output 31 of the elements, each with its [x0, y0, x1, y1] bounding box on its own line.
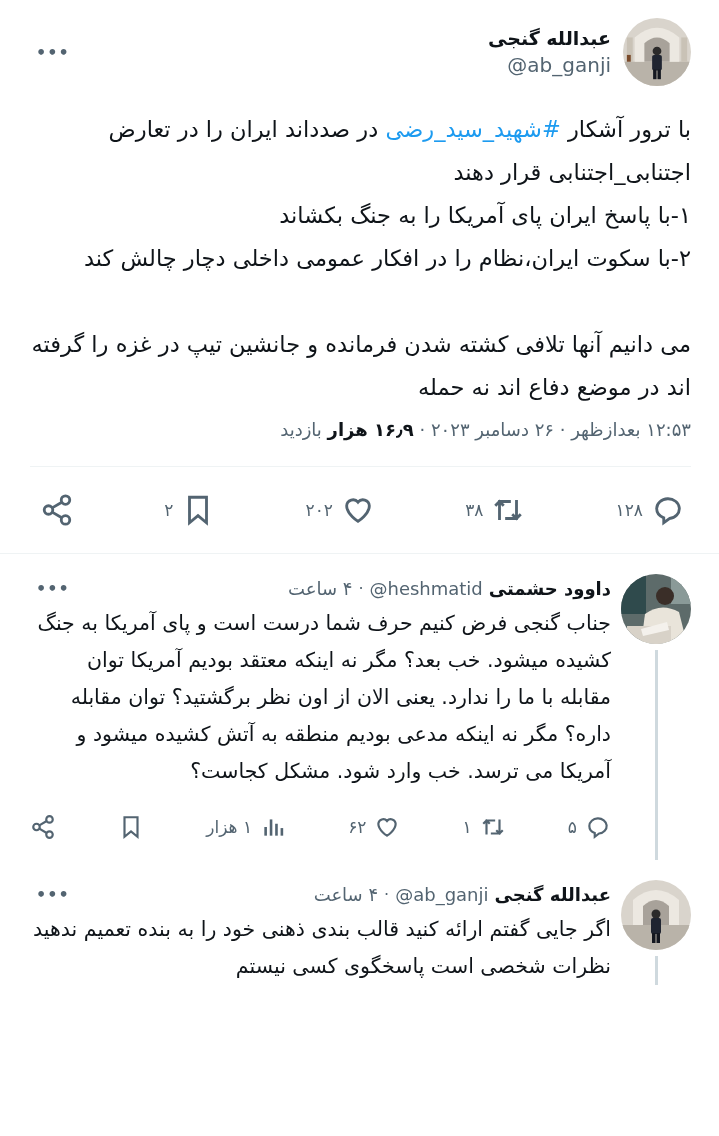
share-icon	[30, 814, 56, 840]
author-name[interactable]: عبدالله گنجی	[494, 884, 611, 905]
retweet-button[interactable]: ۳۸	[465, 493, 526, 527]
reply-button[interactable]: ۱۲۸	[615, 493, 685, 527]
retweet-button[interactable]: ۱	[462, 814, 506, 840]
views-button[interactable]: ۱ هزار	[206, 814, 287, 840]
more-button[interactable]: •••	[30, 885, 76, 904]
separator-dot: ·	[384, 885, 390, 904]
reply-button[interactable]: ۵	[567, 814, 611, 840]
reply-text: اگر جایی گفتم ارائه کنید قالب بندی ذهنی خود را به بنده تعمیم ندهید نظرات شخصی است پاسخگوی کسی نیستم	[32, 916, 611, 980]
more-button[interactable]: •••	[30, 579, 76, 598]
like-button[interactable]: ۲۰۲	[305, 493, 375, 527]
tweet-text: ۱-با پاسخ ایران پای آمریکا را به جنگ بکشاند	[278, 201, 691, 231]
author-handle[interactable]: @heshmatid	[369, 578, 483, 599]
more-button[interactable]: •••	[30, 42, 76, 62]
like-button[interactable]: ۶۲	[348, 814, 401, 840]
reply-icon	[585, 814, 611, 840]
share-button[interactable]	[30, 814, 56, 840]
author-handle[interactable]: @ab_ganji	[507, 53, 611, 77]
author-name[interactable]: عبدالله گنجی	[488, 27, 611, 49]
reply-text: جناب گنجی فرض کنیم حرف شما درست است و پای آمریکا به جنگ کشیده میشود. خب بعد؟ مگر نه اینکه معتقد بودیم آمریکا توان مقابله با ما را ندارد. یعنی الان از اون نظر برگشتید؟ توان مقابله داره؟ مگر نه اینکه مدعی بودیم منطقه به آتش کشیده میشود و آمریکا می ترسد. خب وارد شود. مشکل کجاست؟	[36, 610, 611, 785]
tweet-text: می دانیم آنها تلافی کشته شدن فرمانده و جانشین تیپ در غزه را گرفته اند در موضع دفاع اند نه حمله	[30, 330, 691, 403]
author-name[interactable]: داوود حشمتی	[488, 578, 611, 599]
tweet-text: با ترور آشکار #شهید_سید_رضی در صدداند ایران را در تعارض اجتنابی_اجتنابی قرار دهند	[107, 115, 691, 187]
bookmark-button[interactable]: ۲	[164, 493, 216, 527]
tweet-meta: ۱۲:۵۳ بعدازظهر · ۲۶ دسامبر ۲۰۲۳ · ۱۶٫۹ هزار بازدید	[30, 419, 691, 467]
tweet-text: ۲-با سکوت ایران،نظام را در افکار عمومی داخلی دچار چالش کند	[82, 244, 691, 273]
separator-dot: ·	[358, 579, 364, 598]
reply-time: ۴ ساعت	[313, 884, 379, 905]
reply-time: ۴ ساعت	[288, 578, 353, 599]
author-handle[interactable]: @ab_ganji	[395, 884, 489, 905]
